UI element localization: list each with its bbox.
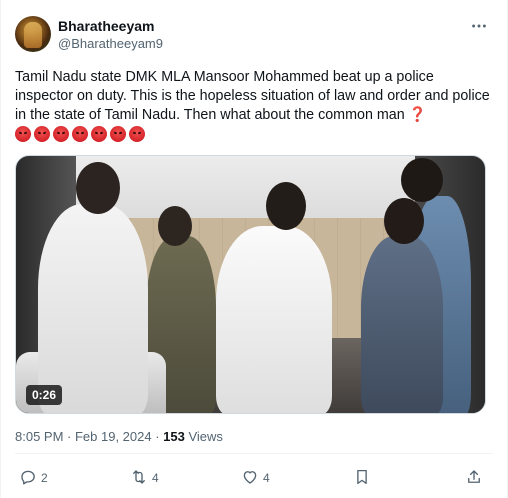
tweet-meta: 8:05 PM · Feb 19, 2024 · 153 Views	[15, 428, 223, 445]
reply-icon	[19, 468, 37, 489]
handle[interactable]: @Bharatheeyam9	[58, 35, 163, 52]
like-icon	[241, 468, 259, 489]
share-icon	[465, 468, 483, 489]
video-duration-badge: 0:26	[26, 385, 63, 405]
angry-face-icon	[129, 126, 145, 142]
tweet-text-block: Tamil Nadu state DMK MLA Mansoor Mohamme…	[15, 68, 493, 145]
display-name[interactable]: Bharatheeyam	[58, 18, 163, 35]
like-button[interactable]: 4	[241, 466, 270, 490]
reply-count: 2	[41, 471, 48, 485]
angry-face-icon	[53, 126, 69, 142]
timestamp[interactable]: 8:05 PM · Feb 19, 2024 ·	[15, 429, 163, 444]
video-player[interactable]: 0:26	[15, 155, 486, 414]
reply-button[interactable]: 2	[19, 466, 48, 490]
action-bar: 2 4 4	[1, 466, 508, 490]
angry-face-icon	[15, 126, 31, 142]
angry-face-icon	[72, 126, 88, 142]
emoji-row	[15, 126, 493, 145]
more-icon[interactable]	[469, 16, 489, 36]
angry-face-icon	[91, 126, 107, 142]
like-count: 4	[263, 471, 270, 485]
angry-face-icon	[34, 126, 50, 142]
repost-count: 4	[152, 471, 159, 485]
author-names: Bharatheeyam @Bharatheeyam9	[58, 18, 163, 52]
divider	[15, 453, 493, 454]
tweet-header: Bharatheeyam @Bharatheeyam9	[15, 14, 493, 54]
video-frame	[16, 156, 485, 413]
bookmark-button[interactable]	[353, 466, 371, 490]
tweet-card: Bharatheeyam @Bharatheeyam9 Tamil Nadu s…	[0, 0, 508, 498]
bookmark-icon	[353, 468, 371, 489]
views-count: 153	[163, 429, 185, 444]
views-label: Views	[184, 429, 223, 444]
repost-button[interactable]: 4	[130, 466, 159, 490]
repost-icon	[130, 468, 148, 489]
avatar[interactable]	[15, 16, 51, 52]
share-button[interactable]	[465, 466, 483, 490]
angry-face-icon	[110, 126, 126, 142]
question-mark-emoji: ❓	[408, 107, 427, 123]
